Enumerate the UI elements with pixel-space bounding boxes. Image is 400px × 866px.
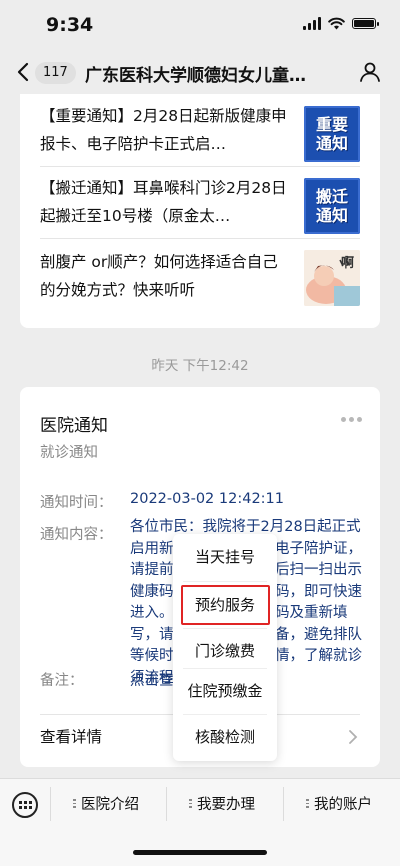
chat-header: 117 广东医科大学顺德妇女儿童…: [0, 50, 400, 94]
status-bar: 9:34: [0, 0, 400, 50]
menu-lines-icon: [189, 799, 192, 808]
news-thumbnail: 重要 通知: [304, 106, 360, 162]
menu-separator: [166, 787, 167, 821]
menu-tab-label: 我要办理: [197, 797, 255, 813]
cellular-signal-icon: [303, 17, 321, 30]
thumbnail-caption: 啊: [340, 256, 354, 271]
thumbnail-text: 通知: [315, 134, 348, 153]
back-arrow-icon[interactable]: [14, 60, 34, 84]
news-card: 【重要通知】2月28日起新版健康申报卡、电子陪护卡正式启… 重要 通知 【搬迁通…: [20, 94, 380, 328]
notice-note-label: 备注：: [40, 673, 84, 689]
menu-lines-icon: [306, 799, 309, 808]
status-time: 9:34: [46, 14, 94, 36]
menu-tab-services[interactable]: 我要办理: [189, 793, 255, 814]
wifi-icon: [328, 17, 345, 30]
thumbnail-text: 搬迁: [315, 187, 348, 206]
profile-icon[interactable]: [358, 60, 382, 84]
keyboard-toggle-icon[interactable]: [12, 792, 38, 818]
battery-icon: [352, 18, 379, 29]
menu-item-inpatient-deposit[interactable]: 住院预缴金: [173, 669, 277, 714]
menu-tab-my-account[interactable]: 我的账户: [306, 793, 372, 814]
news-title: 【搬迁通知】耳鼻喉科门诊2月28日起搬迁至10号楼（原金太…: [40, 179, 287, 225]
notice-time-value: 2022-03-02 12:42:11: [130, 491, 284, 507]
thumbnail-text: 重要: [315, 115, 348, 134]
menu-tab-label: 我的账户: [314, 797, 372, 813]
menu-lines-icon: [73, 799, 76, 808]
divider: [40, 166, 360, 167]
notice-time-label: 通知时间：: [40, 495, 113, 511]
notice-content-label: 通知内容：: [40, 527, 113, 543]
submenu-popup: 当天挂号 预约服务 门诊缴费 住院预缴金 核酸检测: [173, 534, 277, 761]
divider: [40, 238, 360, 239]
notice-subtitle: 就诊通知: [40, 445, 98, 461]
news-title: 剖腹产 or顺产？如何选择适合自己的分娩方式？快来听听: [40, 253, 278, 299]
menu-tab-hospital-intro[interactable]: 医院介绍: [73, 793, 139, 814]
news-thumbnail-illustration: 啊: [304, 250, 360, 306]
news-title: 【重要通知】2月28日起新版健康申报卡、电子陪护卡正式启…: [40, 107, 287, 153]
chat-title: 广东医科大学顺德妇女儿童…: [85, 66, 306, 86]
menu-item-appointment-service[interactable]: 预约服务: [173, 583, 277, 628]
thumbnail-text: 通知: [315, 206, 348, 225]
menu-item-same-day-registration[interactable]: 当天挂号: [173, 535, 277, 580]
status-icons: [303, 17, 379, 30]
menu-separator: [283, 787, 284, 821]
news-thumbnail: 搬迁 通知: [304, 178, 360, 234]
notice-title: 医院通知: [40, 416, 108, 436]
menu-item-nucleic-acid-test[interactable]: 核酸检测: [173, 715, 277, 760]
more-options-icon[interactable]: [341, 417, 362, 422]
view-details-link[interactable]: 查看详情: [40, 725, 102, 747]
home-indicator: [133, 850, 267, 855]
chevron-right-icon: [349, 730, 358, 744]
menu-divider: [183, 581, 267, 582]
menu-tab-label: 医院介绍: [81, 797, 139, 813]
menu-separator: [50, 787, 51, 821]
message-timestamp: 昨天 下午12:42: [151, 358, 249, 374]
unread-count-badge[interactable]: 117: [35, 62, 76, 84]
